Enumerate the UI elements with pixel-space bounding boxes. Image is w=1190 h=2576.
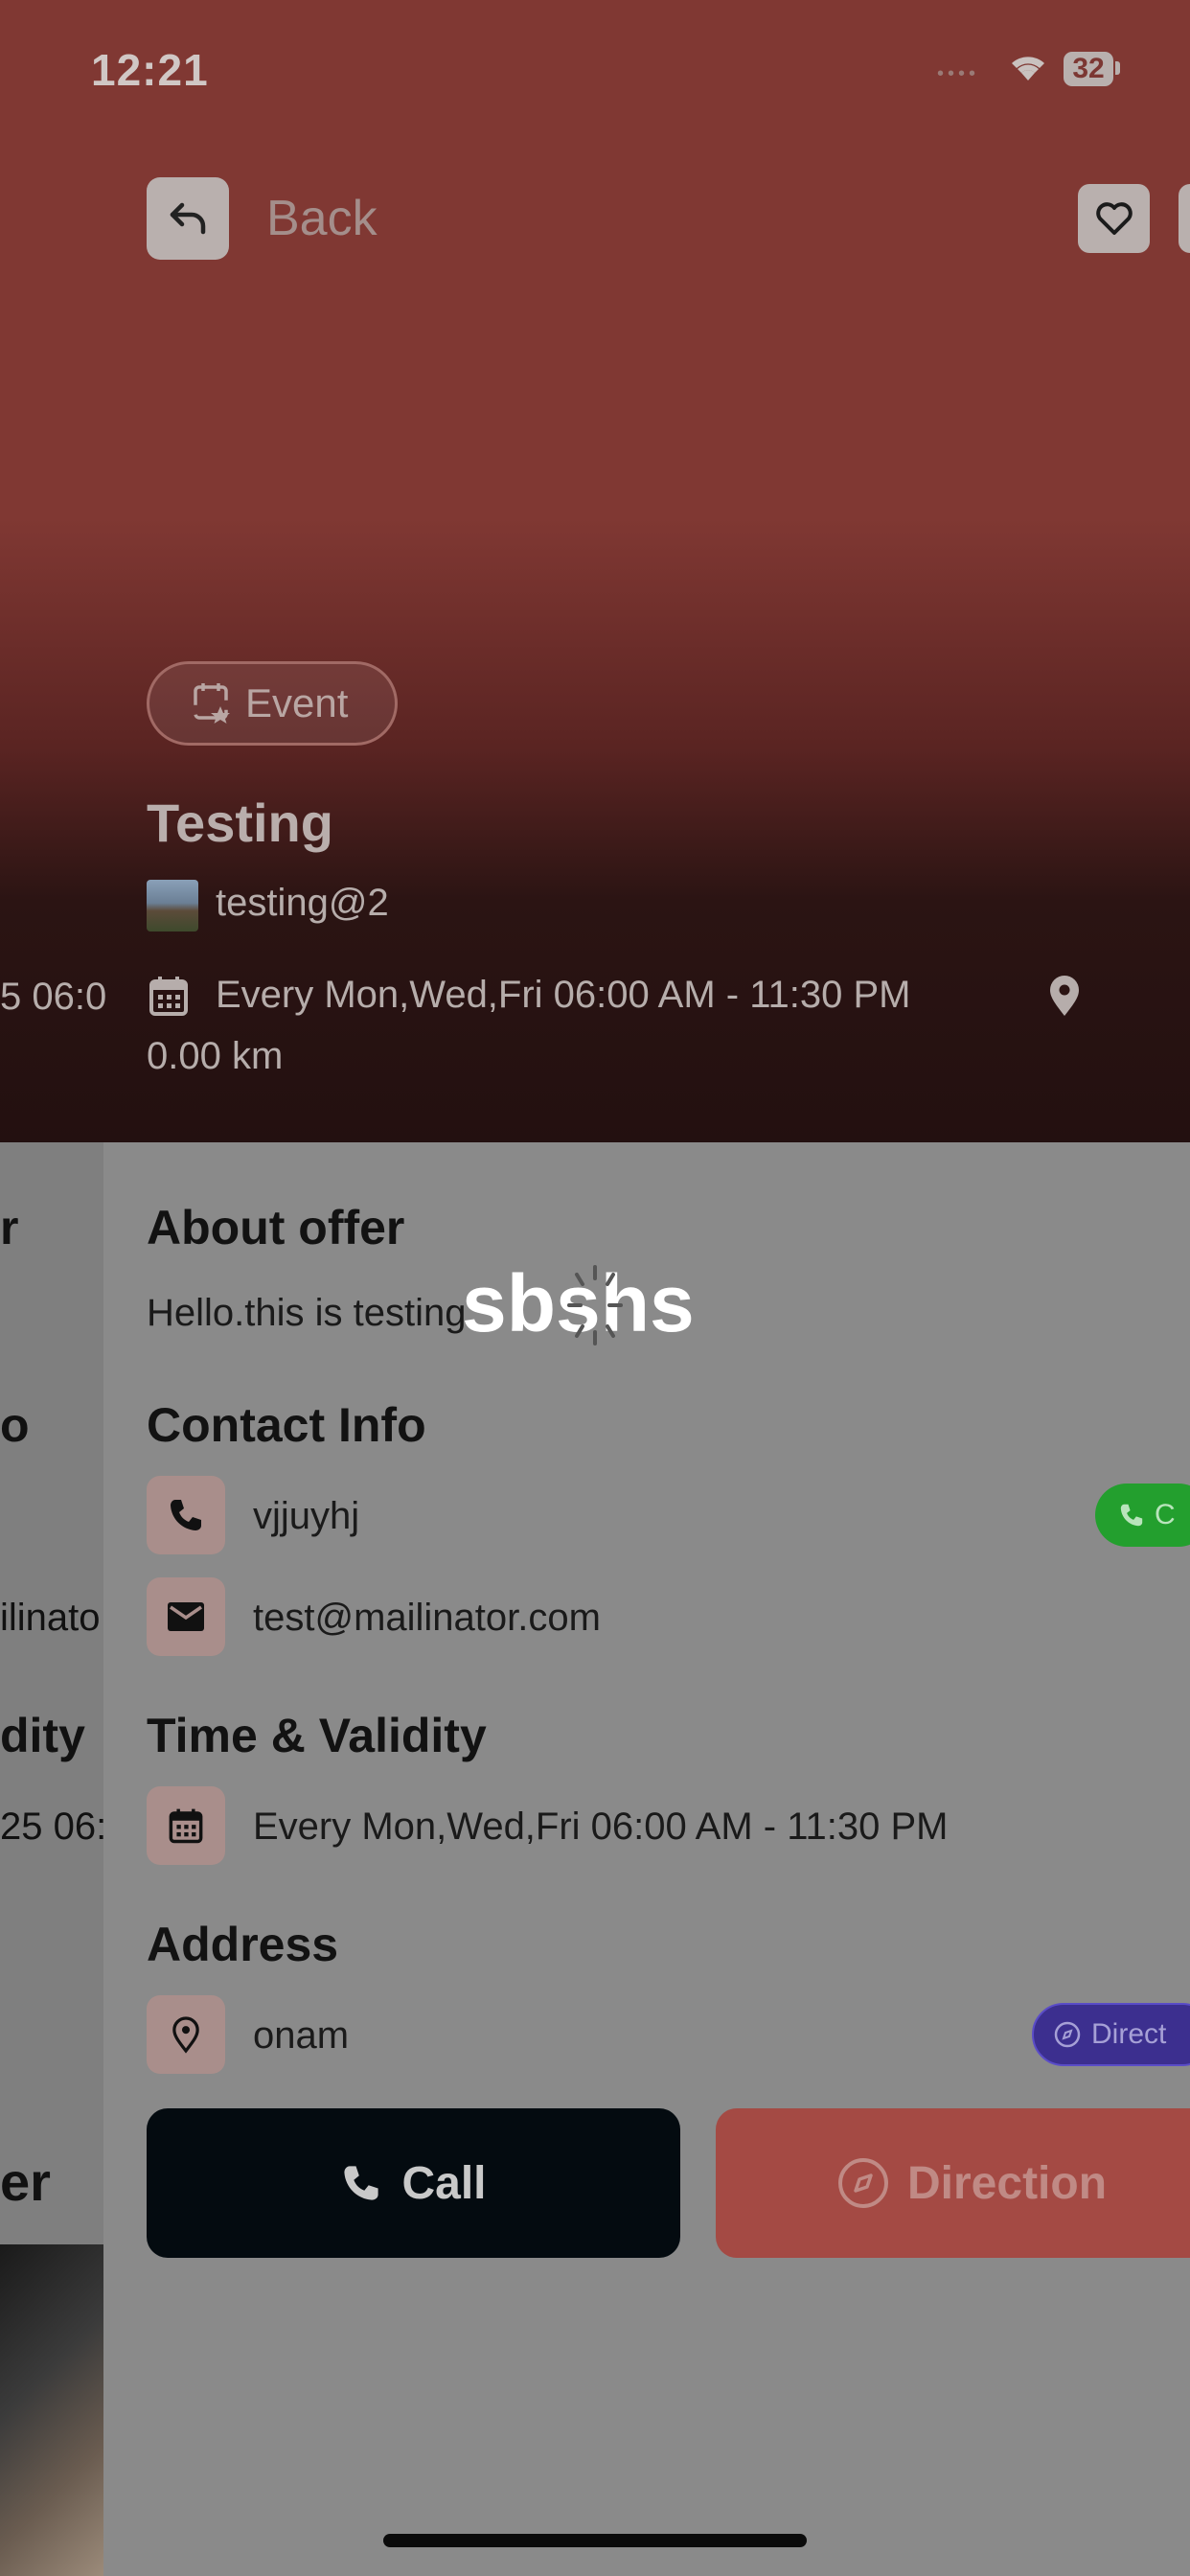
event-distance: 0.00 km [147, 1035, 284, 1077]
validity-schedule: Every Mon,Wed,Fri 06:00 AM - 11:30 PM [253, 1806, 949, 1848]
contact-section-title: Contact Info [147, 1398, 426, 1452]
contact-email[interactable]: test@mailinator.com [253, 1597, 601, 1640]
event-type-chip: Event [147, 661, 398, 746]
call-button[interactable]: Call [147, 2108, 680, 2258]
direction-pill-label: Direct [1091, 2018, 1167, 2050]
previous-screen-text: o [0, 1398, 30, 1452]
call-pill-label: C [1155, 1499, 1176, 1530]
favorite-button[interactable] [1078, 184, 1150, 253]
organizer-name: testing@2 [216, 882, 389, 924]
about-section-title: About offer [147, 1201, 405, 1254]
previous-screen-image [0, 2244, 103, 2576]
organizer-avatar [147, 880, 198, 932]
call-pill-button[interactable]: C [1095, 1484, 1190, 1547]
email-icon-box [147, 1577, 225, 1656]
direction-pill-button[interactable]: Direct [1032, 2003, 1190, 2066]
wifi-icon [1012, 57, 1044, 80]
about-text: Hello.this is testing [147, 1292, 467, 1334]
back-button[interactable] [147, 177, 229, 260]
calendar-icon [169, 1808, 203, 1844]
phone-icon [171, 1500, 201, 1530]
compass-icon [838, 2158, 888, 2208]
direction-button-label: Direction [907, 2157, 1108, 2209]
location-pin-icon [172, 2016, 199, 2054]
address-text: onam [253, 2014, 350, 2057]
back-arrow-icon [170, 202, 206, 235]
calendar-icon [149, 977, 188, 1016]
signal-icon: •••• [937, 63, 980, 84]
contact-phone[interactable]: vjjuyhj [253, 1495, 359, 1538]
phone-icon [344, 2166, 379, 2200]
time-section-title: Time & Validity [147, 1709, 487, 1762]
previous-screen-text: r [0, 1201, 19, 1254]
phone-icon [1120, 1504, 1143, 1527]
previous-screen-text: ilinato [0, 1597, 101, 1639]
hero-banner [0, 0, 1190, 1142]
previous-screen-text: dity [0, 1709, 85, 1762]
battery-icon: 32 [1064, 52, 1113, 86]
previous-screen-schedule: 5 06:0 [0, 976, 107, 1018]
address-section-title: Address [147, 1918, 339, 1971]
event-schedule: Every Mon,Wed,Fri 06:00 AM - 11:30 PM [216, 974, 911, 1016]
home-indicator[interactable] [383, 2534, 807, 2547]
calendar-icon-box [147, 1786, 225, 1865]
loading-spinner-icon [567, 1265, 623, 1346]
event-type-label: Event [245, 680, 349, 725]
location-pin-icon [1050, 976, 1079, 1016]
battery-tip [1115, 61, 1120, 75]
phone-icon-box [147, 1476, 225, 1554]
location-icon-box [147, 1995, 225, 2074]
previous-screen-text: 25 06: [0, 1806, 107, 1848]
share-button[interactable] [1179, 184, 1190, 253]
mail-icon [168, 1602, 204, 1631]
status-time: 12:21 [91, 45, 209, 95]
compass-icon [1054, 2021, 1081, 2048]
back-label[interactable]: Back [266, 190, 378, 247]
direction-button[interactable]: Direction [716, 2108, 1190, 2258]
previous-screen-text: er [0, 2151, 51, 2212]
heart-icon [1095, 202, 1133, 235]
call-button-label: Call [401, 2157, 487, 2209]
event-title: Testing [147, 793, 333, 853]
calendar-star-icon [194, 683, 230, 724]
